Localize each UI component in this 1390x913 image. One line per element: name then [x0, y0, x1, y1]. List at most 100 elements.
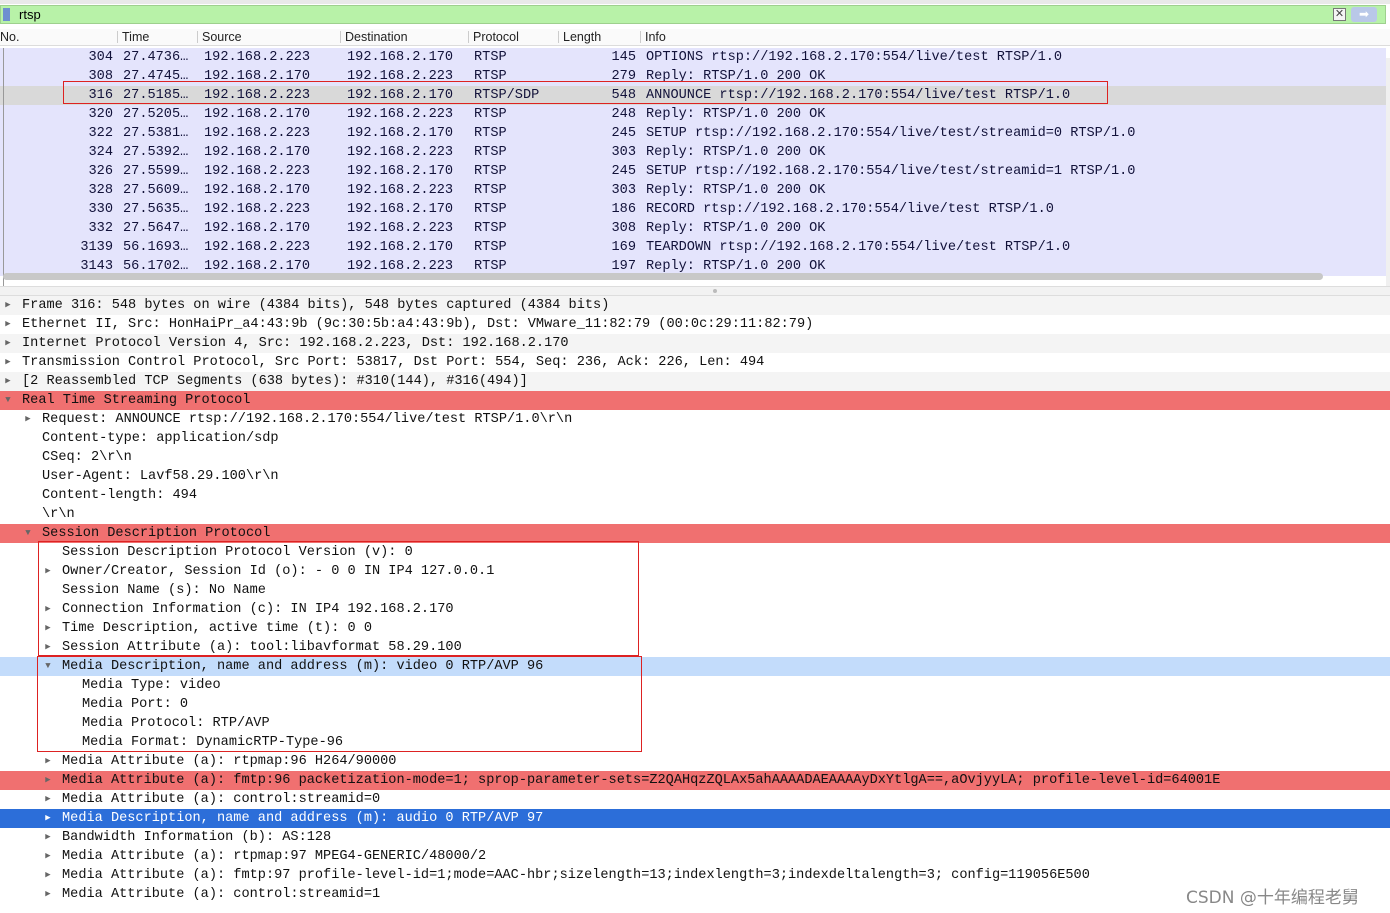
packet-details-tree: ▶ Frame 316: 548 bytes on wire (4384 bits… — [0, 296, 1390, 913]
detail-tree-item[interactable]: Media Protocol: RTP/AVP — [0, 714, 1390, 733]
apply-arrow-icon[interactable]: ➡ — [1351, 7, 1377, 22]
packet-proto: RTSP — [474, 126, 507, 141]
expand-arrow-icon[interactable]: ▶ — [43, 752, 53, 771]
expand-arrow-icon[interactable]: ▶ — [43, 828, 53, 847]
detail-tree-item[interactable]: ▶ Media Attribute (a): control:streamid=1 — [0, 885, 1390, 904]
clear-icon[interactable]: ✕ — [1333, 8, 1346, 21]
packet-time: 27.5185… — [123, 88, 189, 103]
expand-arrow-icon[interactable]: ▶ — [43, 600, 53, 619]
expand-arrow-icon[interactable]: ▶ — [43, 809, 53, 828]
expand-arrow-icon[interactable]: ▶ — [43, 866, 53, 885]
detail-tree-item[interactable]: ▶ Media Attribute (a): fmtp:97 profile-le… — [0, 866, 1390, 885]
collapse-arrow-icon[interactable]: ▼ — [23, 524, 33, 543]
packet-proto: RTSP — [474, 50, 507, 65]
detail-tree-item[interactable]: ▶ Media Description, name and address (m)… — [0, 809, 1390, 828]
collapse-arrow-icon[interactable]: ▼ — [3, 391, 13, 410]
detail-tree-item[interactable]: ▶ Internet Protocol Version 4, Src: 192.1… — [0, 334, 1390, 353]
packet-src: 192.168.2.223 — [204, 240, 311, 255]
detail-tree-item[interactable]: ▼ Real Time Streaming Protocol — [0, 391, 1390, 410]
packet-row[interactable]: 3139 169 56.1693… 192.168.2.223 192.168.2.17… — [0, 238, 1386, 257]
detail-tree-item[interactable]: ▶ Time Description, active time (t): 0 0 — [0, 619, 1390, 638]
expand-arrow-icon[interactable]: ▶ — [3, 334, 13, 353]
filter-input[interactable] — [0, 5, 1386, 24]
detail-tree-label: Time Description, active time (t): 0 0 — [62, 621, 372, 636]
detail-tree-label: User-Agent: Lavf58.29.100\r\n — [42, 469, 279, 484]
detail-tree-item[interactable]: Media Port: 0 — [0, 695, 1390, 714]
collapse-arrow-icon[interactable]: ▼ — [43, 657, 53, 676]
packet-row[interactable]: 322 245 27.5381… 192.168.2.223 192.168.2.170… — [0, 124, 1386, 143]
horizontal-scrollbar[interactable] — [3, 273, 1323, 280]
detail-tree-item[interactable]: Content-type: application/sdp — [0, 429, 1390, 448]
expand-arrow-icon[interactable]: ▶ — [43, 847, 53, 866]
detail-tree-item[interactable]: ▶ Ethernet II, Src: HonHaiPr_a4:43:9b (9c… — [0, 315, 1390, 334]
detail-tree-item[interactable]: ▶ Media Attribute (a): fmtp:96 packetizat… — [0, 771, 1390, 790]
expand-arrow-icon[interactable]: ▶ — [43, 638, 53, 657]
expand-arrow-icon[interactable]: ▶ — [43, 619, 53, 638]
filter-text[interactable]: rtsp — [19, 7, 41, 22]
packet-dst: 192.168.2.223 — [347, 69, 454, 84]
detail-tree-item[interactable]: Media Format: DynamicRTP-Type-96 — [0, 733, 1390, 752]
detail-tree-item[interactable]: ▶ Owner/Creator, Session Id (o): - 0 0 IN… — [0, 562, 1390, 581]
column-header-time[interactable]: Time — [118, 29, 149, 45]
detail-tree-item[interactable]: ▼ Media Description, name and address (m)… — [0, 657, 1390, 676]
packet-row[interactable]: 326 245 27.5599… 192.168.2.223 192.168.2.170… — [0, 162, 1386, 181]
packet-info: OPTIONS rtsp://192.168.2.170:554/live/te… — [646, 50, 1063, 65]
packet-src: 192.168.2.223 — [204, 164, 311, 179]
detail-tree-item[interactable]: ▶ Frame 316: 548 bytes on wire (4384 bits… — [0, 296, 1390, 315]
detail-tree-item[interactable]: ▶ Transmission Control Protocol, Src Port… — [0, 353, 1390, 372]
column-header-no[interactable]: No. — [0, 29, 19, 45]
detail-tree-item[interactable]: \r\n — [0, 505, 1390, 524]
packet-length: 145 — [611, 50, 636, 65]
detail-tree-item[interactable]: ▶ [2 Reassembled TCP Segments (638 bytes)… — [0, 372, 1390, 391]
packet-row[interactable]: 324 303 27.5392… 192.168.2.170 192.168.2.223… — [0, 143, 1386, 162]
column-header-length[interactable]: Length — [559, 29, 601, 45]
column-header-source[interactable]: Source — [198, 29, 242, 45]
packet-info: Reply: RTSP/1.0 200 OK — [646, 221, 826, 236]
packet-list: No. Time Source Destination Protocol Len… — [0, 29, 1390, 300]
packet-row[interactable]: 316 548 27.5185… 192.168.2.223 192.168.2.170… — [0, 86, 1386, 105]
detail-tree-item[interactable]: ▶ Connection Information (c): IN IP4 192.… — [0, 600, 1390, 619]
pane-splitter[interactable] — [0, 286, 1390, 296]
expand-arrow-icon[interactable]: ▶ — [3, 353, 13, 372]
expand-arrow-icon[interactable]: ▶ — [3, 315, 13, 334]
expand-arrow-icon[interactable]: ▶ — [3, 372, 13, 391]
expand-arrow-icon[interactable]: ▶ — [3, 296, 13, 315]
expand-arrow-icon[interactable]: ▶ — [23, 410, 33, 429]
column-header-info[interactable]: Info — [641, 29, 666, 45]
packet-row[interactable]: 304 145 27.4736… 192.168.2.223 192.168.2.170… — [0, 48, 1386, 67]
expand-arrow-icon[interactable]: ▶ — [43, 790, 53, 809]
detail-tree-item[interactable]: ▶ Bandwidth Information (b): AS:128 — [0, 828, 1390, 847]
packet-row[interactable]: 308 279 27.4745… 192.168.2.170 192.168.2.223… — [0, 67, 1386, 86]
vertical-scrollbar[interactable] — [1386, 58, 1390, 300]
column-header-destination[interactable]: Destination — [341, 29, 408, 45]
detail-tree-item[interactable]: ▶ Session Attribute (a): tool:libavformat… — [0, 638, 1390, 657]
bookmark-icon[interactable] — [3, 8, 10, 21]
detail-tree-item[interactable]: CSeq: 2\r\n — [0, 448, 1390, 467]
detail-tree-label: Media Description, name and address (m):… — [62, 659, 544, 674]
packet-info: Reply: RTSP/1.0 200 OK — [646, 183, 826, 198]
detail-tree-label: Media Description, name and address (m):… — [62, 811, 544, 826]
detail-tree-item[interactable]: User-Agent: Lavf58.29.100\r\n — [0, 467, 1390, 486]
detail-tree-item[interactable]: Media Type: video — [0, 676, 1390, 695]
detail-tree-item[interactable]: Content-length: 494 — [0, 486, 1390, 505]
detail-tree-label: CSeq: 2\r\n — [42, 450, 132, 465]
detail-tree-item[interactable]: ▶ Media Attribute (a): rtpmap:96 H264/900… — [0, 752, 1390, 771]
detail-tree-label: Session Description Protocol — [42, 526, 271, 541]
detail-tree-item[interactable]: ▶ Request: ANNOUNCE rtsp://192.168.2.170:… — [0, 410, 1390, 429]
packet-length: 245 — [611, 164, 636, 179]
packet-row[interactable]: 332 308 27.5647… 192.168.2.170 192.168.2.223… — [0, 219, 1386, 238]
expand-arrow-icon[interactable]: ▶ — [43, 771, 53, 790]
packet-row[interactable]: 320 248 27.5205… 192.168.2.170 192.168.2.223… — [0, 105, 1386, 124]
packet-proto: RTSP — [474, 164, 507, 179]
detail-tree-item[interactable]: ▼ Session Description Protocol — [0, 524, 1390, 543]
packet-row[interactable]: 330 186 27.5635… 192.168.2.223 192.168.2.170… — [0, 200, 1386, 219]
expand-arrow-icon[interactable]: ▶ — [43, 562, 53, 581]
packet-row[interactable]: 328 303 27.5609… 192.168.2.170 192.168.2.223… — [0, 181, 1386, 200]
column-header-protocol[interactable]: Protocol — [469, 29, 519, 45]
detail-tree-item[interactable]: Session Description Protocol Version (v)… — [0, 543, 1390, 562]
packet-time: 27.5392… — [123, 145, 189, 160]
detail-tree-item[interactable]: ▶ Media Attribute (a): control:streamid=0 — [0, 790, 1390, 809]
expand-arrow-icon[interactable]: ▶ — [43, 885, 53, 904]
detail-tree-item[interactable]: ▶ Media Attribute (a): rtpmap:97 MPEG4-GE… — [0, 847, 1390, 866]
detail-tree-item[interactable]: Session Name (s): No Name — [0, 581, 1390, 600]
